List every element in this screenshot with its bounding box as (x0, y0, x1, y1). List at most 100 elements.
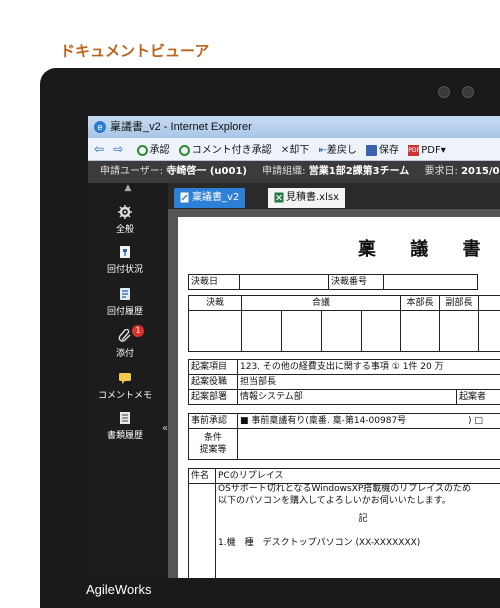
user-label: 申請ユーザー: (100, 166, 164, 177)
subject-label: 件名 (188, 468, 216, 484)
document-viewer: 稟 議 書 決裁日 決裁番号 決裁 合議 本部長 副部長 起案項目 123. そ… (168, 209, 500, 578)
body-line-1: OSサポート切れとなるWindowsXP搭載機のリプレイスのため (218, 484, 472, 494)
sidebar-item-label: 書類履歴 (106, 431, 143, 441)
kian-item-label: 起案項目 (188, 359, 238, 375)
reject-icon: ✕ (280, 145, 290, 156)
tab-ringisho[interactable]: 稟議書_v2 (174, 188, 246, 208)
document-tabs: 稟議書_v2 見積書.xlsx (168, 183, 500, 209)
sidebar-item-attachment[interactable]: 1 添付 (88, 325, 162, 359)
tab-mitsumorisho[interactable]: 見積書.xlsx (268, 188, 346, 208)
browser-titlebar: e 稟議書_v2 - Internet Explorer (88, 116, 500, 138)
camera-dot (438, 86, 450, 98)
excel-file-icon (274, 192, 284, 202)
sidebar: ▲ 全般 回付状況 回付履歴 1 添付 コメントメモ 書類履歴 « (88, 183, 168, 578)
kian-dept-value: 情報システム部 (237, 389, 457, 405)
return-icon: ⇤ (318, 145, 327, 156)
sidebar-item-comment-memo[interactable]: コメントメモ (88, 371, 162, 401)
flow-status-icon (120, 246, 130, 258)
reject-button[interactable]: ✕却下 (281, 140, 309, 162)
history-icon (120, 288, 130, 300)
attachment-count-badge: 1 (132, 325, 144, 337)
save-label: 保存 (379, 145, 400, 156)
approve-comment-button[interactable]: コメント付き承認 (178, 140, 272, 162)
document-history-icon (120, 412, 130, 424)
approve-button[interactable]: 承認 (136, 140, 170, 162)
pdf-button[interactable]: PDFPDF▾ (408, 140, 446, 162)
kessai-header: 決裁 (188, 295, 242, 311)
comment-icon (119, 373, 131, 384)
kian-dept-label: 起案部署 (188, 389, 238, 405)
sidebar-item-flow-history[interactable]: 回付履歴 (88, 287, 162, 317)
prior-approval-text: ■ 事前稟議有り(稟番. 稟-第14-00987号 (240, 416, 407, 426)
date-value: 2015/04/08 (461, 166, 500, 177)
body-ki: 記 (358, 514, 368, 524)
kian-extra-label: 起案者 (456, 389, 500, 405)
info-bar: 申請ユーザー: 寺崎啓一 (u001) 申請組織: 営業1部2課第3チーム 要求… (88, 161, 500, 183)
tab-label: 稟議書_v2 (192, 192, 240, 203)
sensor-dot (462, 86, 474, 98)
body-side-box (188, 483, 216, 578)
user-value: 寺崎啓一 (u001) (166, 166, 247, 177)
toolbar: ⇦ ⇨ 承認 コメント付き承認 ✕却下 ⇤差戻し 保存 PDFPDF▾ (88, 138, 500, 161)
brand-logo: AgileWorks (86, 582, 152, 597)
kessai-stamp-box (188, 310, 242, 352)
org-label: 申請組織: (262, 166, 306, 177)
extra-stamp-box (478, 310, 500, 352)
date-label: 要求日: (424, 166, 458, 177)
sidebar-item-label: 全般 (115, 225, 134, 235)
browser-title: 稟議書_v2 - Internet Explorer (110, 121, 252, 133)
scroll-up-icon[interactable]: ▲ (118, 183, 138, 193)
save-button[interactable]: 保存 (366, 140, 399, 162)
return-button[interactable]: ⇤差戻し (318, 140, 356, 162)
sidebar-item-label: 添付 (115, 349, 134, 359)
sidebar-item-flow-status[interactable]: 回付状況 (88, 245, 162, 275)
gear-icon (118, 205, 132, 219)
document-title: 稟 議 書 (358, 239, 495, 260)
gougi-stamp-box (241, 310, 282, 352)
tab-label: 見積書.xlsx (286, 192, 340, 203)
fukubucho-stamp-box (439, 310, 479, 352)
prior-approval-value: ■ 事前稟議有り(稟番. 稟-第14-00987号 ) □ (237, 413, 500, 429)
kian-role-label: 起案役職 (188, 374, 238, 390)
kessai-no-field (383, 274, 478, 290)
forward-arrow-icon[interactable]: ⇨ (113, 142, 123, 156)
sidebar-item-general[interactable]: 全般 (88, 205, 162, 235)
chevron-down-icon: ▾ (440, 145, 446, 156)
kessai-date-field (239, 274, 329, 290)
condition-label-line1: 条件 (203, 433, 222, 443)
gougi-stamp-box (321, 310, 362, 352)
sidebar-item-label: コメントメモ (97, 391, 152, 401)
body-text: OSサポート切れとなるWindowsXP搭載機のリプレイスのため 以下のパソコン… (218, 483, 500, 549)
kessai-date-label: 決裁日 (188, 274, 240, 290)
approve-comment-icon (178, 144, 190, 156)
sidebar-item-label: 回付状況 (106, 265, 143, 275)
gougi-stamp-box (281, 310, 322, 352)
gougi-stamp-box (361, 310, 401, 352)
page-title: ドキュメントビューア (60, 42, 210, 60)
pdf-label: PDF (421, 145, 441, 156)
kian-item-value: 123. その他の経費支出に関する事項 ① 1件 20 万 (237, 359, 500, 375)
ie-icon: e (94, 121, 106, 134)
reject-label: 却下 (289, 145, 310, 156)
edit-document-icon (180, 192, 189, 202)
condition-field (237, 428, 500, 460)
subject-value: PCのリプレイス (215, 468, 500, 484)
browser-screen: e 稟議書_v2 - Internet Explorer ⇦ ⇨ 承認 コメント付… (88, 116, 500, 578)
body-line-2: 以下のパソコンを購入してよろしいかお伺いいたします。 (218, 496, 451, 506)
honbucho-stamp-box (400, 310, 440, 352)
back-arrow-icon[interactable]: ⇦ (94, 142, 104, 156)
condition-label: 条件 提案等 (188, 428, 238, 460)
paperclip-icon (118, 329, 131, 342)
pdf-icon: PDF (408, 144, 420, 156)
prior-approval-label: 事前承認 (188, 413, 238, 429)
fukubucho-header: 副部長 (439, 295, 479, 311)
kessai-no-label: 決裁番号 (328, 274, 384, 290)
sidebar-item-document-history[interactable]: 書類履歴 (88, 411, 162, 441)
return-label: 差戻し (326, 145, 357, 156)
body-line-3: 1.機 種 デスクトップパソコン (XX-XXXXXXX) (218, 538, 421, 548)
document-page: 稟 議 書 決裁日 決裁番号 決裁 合議 本部長 副部長 起案項目 123. そ… (178, 217, 500, 578)
approve-icon (136, 144, 148, 156)
save-icon (366, 144, 378, 156)
condition-label-line2: 提案等 (199, 445, 227, 455)
gougi-header: 合議 (241, 295, 401, 311)
